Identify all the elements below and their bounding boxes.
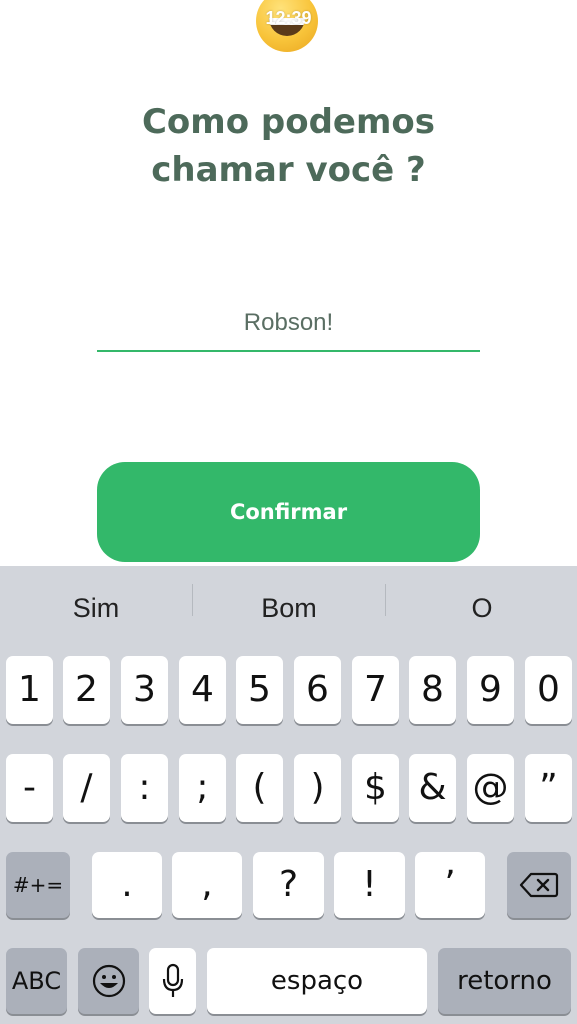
key-open-paren[interactable]: (	[236, 754, 283, 822]
key-ampersand[interactable]: &	[409, 754, 456, 822]
key-5[interactable]: 5	[236, 656, 283, 724]
key-8[interactable]: 8	[409, 656, 456, 724]
emoji-icon	[92, 964, 125, 998]
key-colon[interactable]: :	[121, 754, 168, 822]
key-quote[interactable]: ”	[525, 754, 572, 822]
key-more-symbols[interactable]: #+=	[6, 852, 70, 918]
title-line-1: Como podemos	[141, 102, 436, 142]
status-time: 12:39	[265, 8, 312, 28]
key-abc[interactable]: ABC	[6, 948, 67, 1014]
key-slash[interactable]: /	[63, 754, 110, 822]
key-question[interactable]: ?	[253, 852, 324, 918]
key-2[interactable]: 2	[63, 656, 110, 724]
key-6[interactable]: 6	[294, 656, 341, 724]
key-7[interactable]: 7	[352, 656, 399, 724]
key-0[interactable]: 0	[525, 656, 572, 724]
key-apostrophe[interactable]: ’	[415, 852, 485, 918]
space-key[interactable]: espaço	[207, 948, 427, 1014]
key-3[interactable]: 3	[121, 656, 168, 724]
return-key[interactable]: retorno	[438, 948, 571, 1014]
backspace-icon	[519, 872, 559, 898]
key-9[interactable]: 9	[467, 656, 514, 724]
key-semicolon[interactable]: ;	[179, 754, 226, 822]
key-at[interactable]: @	[467, 754, 514, 822]
key-comma[interactable]: ,	[172, 852, 242, 918]
confirm-button[interactable]: Confirmar	[97, 462, 480, 562]
key-4[interactable]: 4	[179, 656, 226, 724]
key-dollar[interactable]: $	[352, 754, 399, 822]
key-hyphen[interactable]: -	[6, 754, 53, 822]
microphone-icon	[162, 963, 183, 997]
key-exclamation[interactable]: !	[334, 852, 405, 918]
suggestion-bar: Sim Bom O	[0, 566, 577, 646]
page-title: Como podemos chamar você ?	[0, 98, 577, 194]
dictation-key[interactable]	[149, 948, 196, 1014]
key-period[interactable]: .	[92, 852, 162, 918]
key-close-paren[interactable]: )	[294, 754, 341, 822]
key-1[interactable]: 1	[6, 656, 53, 724]
emoji-key[interactable]	[78, 948, 139, 1014]
suggestion-2[interactable]: Bom	[193, 588, 385, 628]
title-line-2: chamar você ?	[151, 150, 426, 190]
name-input[interactable]	[97, 296, 480, 352]
keyboard: Sim Bom O 1 2 3 4 5 6 7 8 9 0 - / : ; ( …	[0, 566, 577, 1024]
suggestion-1[interactable]: Sim	[0, 588, 192, 628]
backspace-key[interactable]	[507, 852, 571, 918]
suggestion-3[interactable]: O	[386, 588, 577, 628]
